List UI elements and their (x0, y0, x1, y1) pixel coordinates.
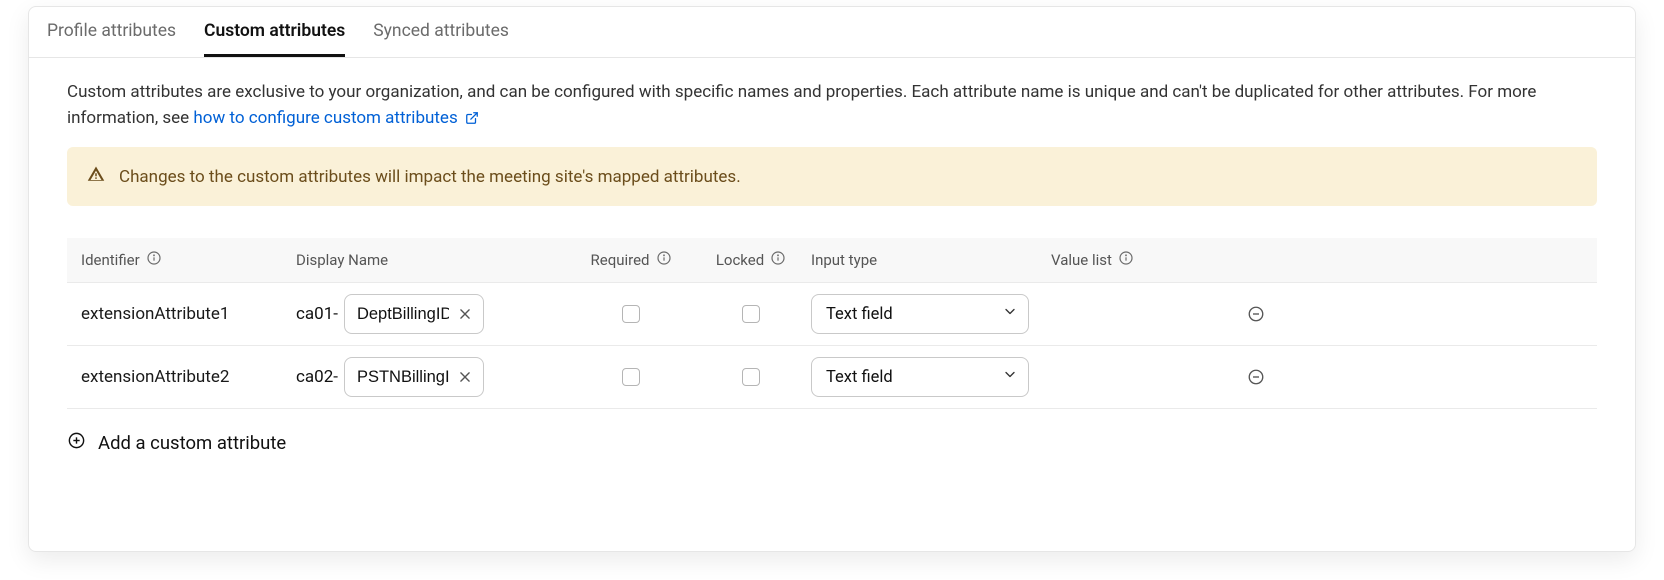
col-value-list-label: Value list (1051, 251, 1112, 269)
custom-attributes-panel: Profile attributes Custom attributes Syn… (28, 6, 1636, 552)
tab-custom-attributes[interactable]: Custom attributes (204, 21, 345, 57)
col-required-label: Required (591, 251, 650, 269)
info-icon[interactable] (1118, 250, 1134, 270)
locked-checkbox[interactable] (742, 305, 760, 323)
info-icon[interactable] (770, 250, 786, 270)
cell-identifier: extensionAttribute2 (81, 367, 296, 387)
cell-actions (1226, 367, 1286, 387)
attributes-table: Identifier Display Name Required (67, 238, 1597, 409)
col-locked: Locked (691, 250, 811, 270)
info-icon[interactable] (146, 250, 162, 270)
display-name-input-wrapper (344, 294, 484, 334)
input-type-value: Text field (826, 305, 893, 324)
clear-icon[interactable] (455, 367, 475, 387)
col-input-type: Input type (811, 250, 1051, 270)
remove-row-button[interactable] (1246, 304, 1266, 324)
display-name-input[interactable] (357, 368, 449, 387)
input-type-value: Text field (826, 368, 893, 387)
col-identifier: Identifier (81, 250, 296, 270)
table-header: Identifier Display Name Required (67, 238, 1597, 283)
add-custom-attribute-button[interactable]: Add a custom attribute (67, 409, 1597, 455)
cell-display-name: ca02- (296, 357, 571, 397)
display-name-prefix: ca01- (296, 304, 338, 324)
cell-required (571, 368, 691, 386)
cell-input-type: Text field (811, 357, 1051, 397)
cell-locked (691, 305, 811, 323)
add-custom-attribute-label: Add a custom attribute (98, 432, 286, 454)
col-identifier-label: Identifier (81, 251, 140, 269)
external-link-icon (465, 108, 479, 134)
locked-checkbox[interactable] (742, 368, 760, 386)
warning-banner: Changes to the custom attributes will im… (67, 147, 1597, 206)
col-value-list: Value list (1051, 250, 1226, 270)
input-type-select[interactable]: Text field (811, 357, 1029, 397)
info-icon[interactable] (656, 250, 672, 270)
learn-more-link[interactable]: how to configure custom attributes (193, 108, 479, 128)
cell-actions (1226, 304, 1286, 324)
tab-synced-attributes[interactable]: Synced attributes (373, 21, 509, 57)
tab-profile-attributes[interactable]: Profile attributes (47, 21, 176, 57)
warning-icon (87, 165, 105, 188)
col-required: Required (571, 250, 691, 270)
cell-locked (691, 368, 811, 386)
description-text: Custom attributes are exclusive to your … (67, 58, 1597, 147)
table-row: extensionAttribute2 ca02- (67, 346, 1597, 409)
input-type-select[interactable]: Text field (811, 294, 1029, 334)
tabs-bar: Profile attributes Custom attributes Syn… (29, 7, 1635, 58)
learn-more-link-text: how to configure custom attributes (193, 108, 457, 128)
required-checkbox[interactable] (622, 368, 640, 386)
table-row: extensionAttribute1 ca01- (67, 283, 1597, 346)
col-display-name: Display Name (296, 250, 571, 270)
col-display-name-label: Display Name (296, 251, 388, 269)
warning-text: Changes to the custom attributes will im… (119, 167, 741, 187)
cell-display-name: ca01- (296, 294, 571, 334)
chevron-down-icon (1002, 304, 1018, 325)
display-name-input-wrapper (344, 357, 484, 397)
chevron-down-icon (1002, 367, 1018, 388)
cell-input-type: Text field (811, 294, 1051, 334)
col-input-type-label: Input type (811, 251, 877, 269)
plus-circle-icon (67, 431, 86, 455)
col-actions (1226, 250, 1286, 270)
display-name-prefix: ca02- (296, 367, 338, 387)
display-name-input[interactable] (357, 305, 449, 324)
col-locked-label: Locked (716, 251, 764, 269)
required-checkbox[interactable] (622, 305, 640, 323)
cell-identifier: extensionAttribute1 (81, 304, 296, 324)
cell-required (571, 305, 691, 323)
remove-row-button[interactable] (1246, 367, 1266, 387)
clear-icon[interactable] (455, 304, 475, 324)
content-area: Custom attributes are exclusive to your … (29, 58, 1635, 481)
